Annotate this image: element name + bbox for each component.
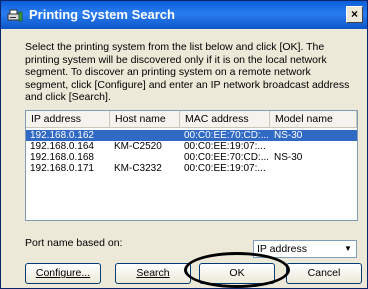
printing-system-list[interactable]: IP address Host name MAC address Model n… xyxy=(25,110,358,221)
model-cell: NS-30 xyxy=(274,130,303,141)
host-cell: KM-C2520 xyxy=(114,141,162,152)
ip-cell: 192.168.0.168 xyxy=(30,152,94,163)
network-printer-icon xyxy=(7,9,23,22)
chevron-down-icon[interactable]: ▼ xyxy=(340,241,356,257)
port-name-select[interactable]: IP address ▼ xyxy=(253,240,357,258)
model-cell: NS-30 xyxy=(274,152,303,163)
printing-system-search-dialog: Printing System Search × Select the prin… xyxy=(0,0,368,289)
configure-button-label: Configure... xyxy=(35,267,91,279)
window-title: Printing System Search xyxy=(29,7,175,22)
cancel-button-label: Cancel xyxy=(307,267,341,279)
host-cell: KM-C3232 xyxy=(114,163,162,174)
mac-cell: 00:C0:EE:19:07:... xyxy=(184,163,266,174)
mac-cell: 00:C0:EE:70:CD:... xyxy=(184,130,268,141)
column-header-mac-address[interactable]: MAC address xyxy=(180,111,270,128)
port-name-label: Port name based on: xyxy=(25,237,123,249)
title-bar[interactable]: Printing System Search × xyxy=(1,1,367,29)
table-row[interactable]: 192.168.0.162 00:C0:EE:70:CD:... NS-30 xyxy=(26,130,357,141)
ok-button-label: OK xyxy=(229,267,245,279)
instructions-text: Select the printing system from the list… xyxy=(25,41,350,103)
configure-button[interactable]: Configure... xyxy=(25,263,101,284)
close-button[interactable]: × xyxy=(346,6,363,23)
port-name-value: IP address xyxy=(257,243,308,255)
table-row[interactable]: 192.168.0.168 00:C0:EE:70:CD:... NS-30 xyxy=(26,152,357,163)
cancel-button[interactable]: Cancel xyxy=(286,263,362,284)
column-header-host-name[interactable]: Host name xyxy=(110,111,180,128)
column-header-ip-address[interactable]: IP address xyxy=(26,111,110,128)
table-row[interactable]: 192.168.0.171 KM-C3232 00:C0:EE:19:07:..… xyxy=(26,163,357,174)
ok-button[interactable]: OK xyxy=(199,263,275,284)
column-header-model-name[interactable]: Model name xyxy=(270,111,357,128)
mac-cell: 00:C0:EE:19:07:... xyxy=(184,141,266,152)
list-header: IP address Host name MAC address Model n… xyxy=(26,111,357,128)
ip-cell: 192.168.0.162 xyxy=(30,130,94,141)
table-row[interactable]: 192.168.0.164 KM-C2520 00:C0:EE:19:07:..… xyxy=(26,141,357,152)
ip-cell: 192.168.0.171 xyxy=(30,163,94,174)
search-button[interactable]: Search xyxy=(115,263,191,284)
search-button-label: Search xyxy=(136,267,170,279)
mac-cell: 00:C0:EE:70:CD:... xyxy=(184,152,268,163)
ip-cell: 192.168.0.164 xyxy=(30,141,94,152)
